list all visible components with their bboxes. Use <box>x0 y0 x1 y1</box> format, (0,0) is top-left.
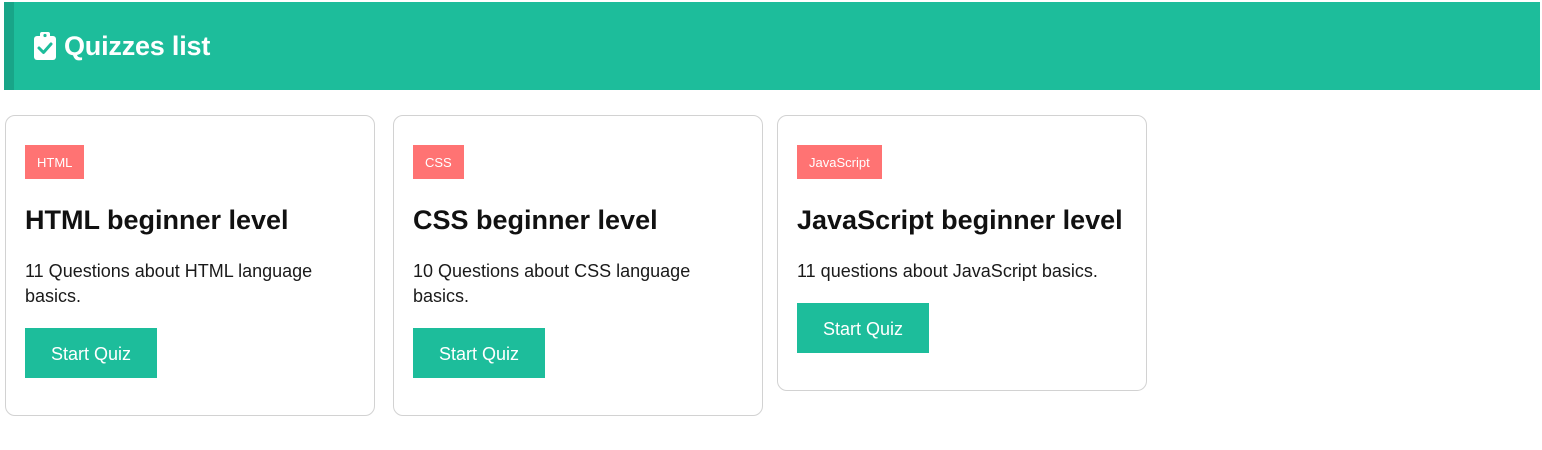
start-quiz-button[interactable]: Start Quiz <box>25 328 157 378</box>
quiz-tag-badge: CSS <box>413 145 464 179</box>
page-header: Quizzes list <box>4 2 1540 90</box>
quiz-tag-badge: HTML <box>25 145 85 179</box>
page-title: Quizzes list <box>64 30 211 61</box>
quiz-description: 10 Questions about CSS language basics. <box>413 261 691 306</box>
quiz-title: JavaScript beginner level <box>797 205 1123 235</box>
quiz-card-list: HTML HTML beginner level 11 Questions ab… <box>5 115 1165 416</box>
quiz-description: 11 Questions about HTML language basics. <box>25 261 313 306</box>
quiz-card: HTML HTML beginner level 11 Questions ab… <box>5 115 375 416</box>
quiz-description: 11 questions about JavaScript basics. <box>797 261 1098 281</box>
quiz-card: CSS CSS beginner level 10 Questions abou… <box>393 115 763 416</box>
start-quiz-button[interactable]: Start Quiz <box>797 303 929 353</box>
start-quiz-button[interactable]: Start Quiz <box>413 328 545 378</box>
quiz-title: CSS beginner level <box>413 205 658 235</box>
quiz-title: HTML beginner level <box>25 205 289 235</box>
clipboard-check-icon <box>34 32 56 60</box>
quiz-card: JavaScript JavaScript beginner level 11 … <box>777 115 1147 391</box>
quiz-tag-badge: JavaScript <box>797 145 882 179</box>
